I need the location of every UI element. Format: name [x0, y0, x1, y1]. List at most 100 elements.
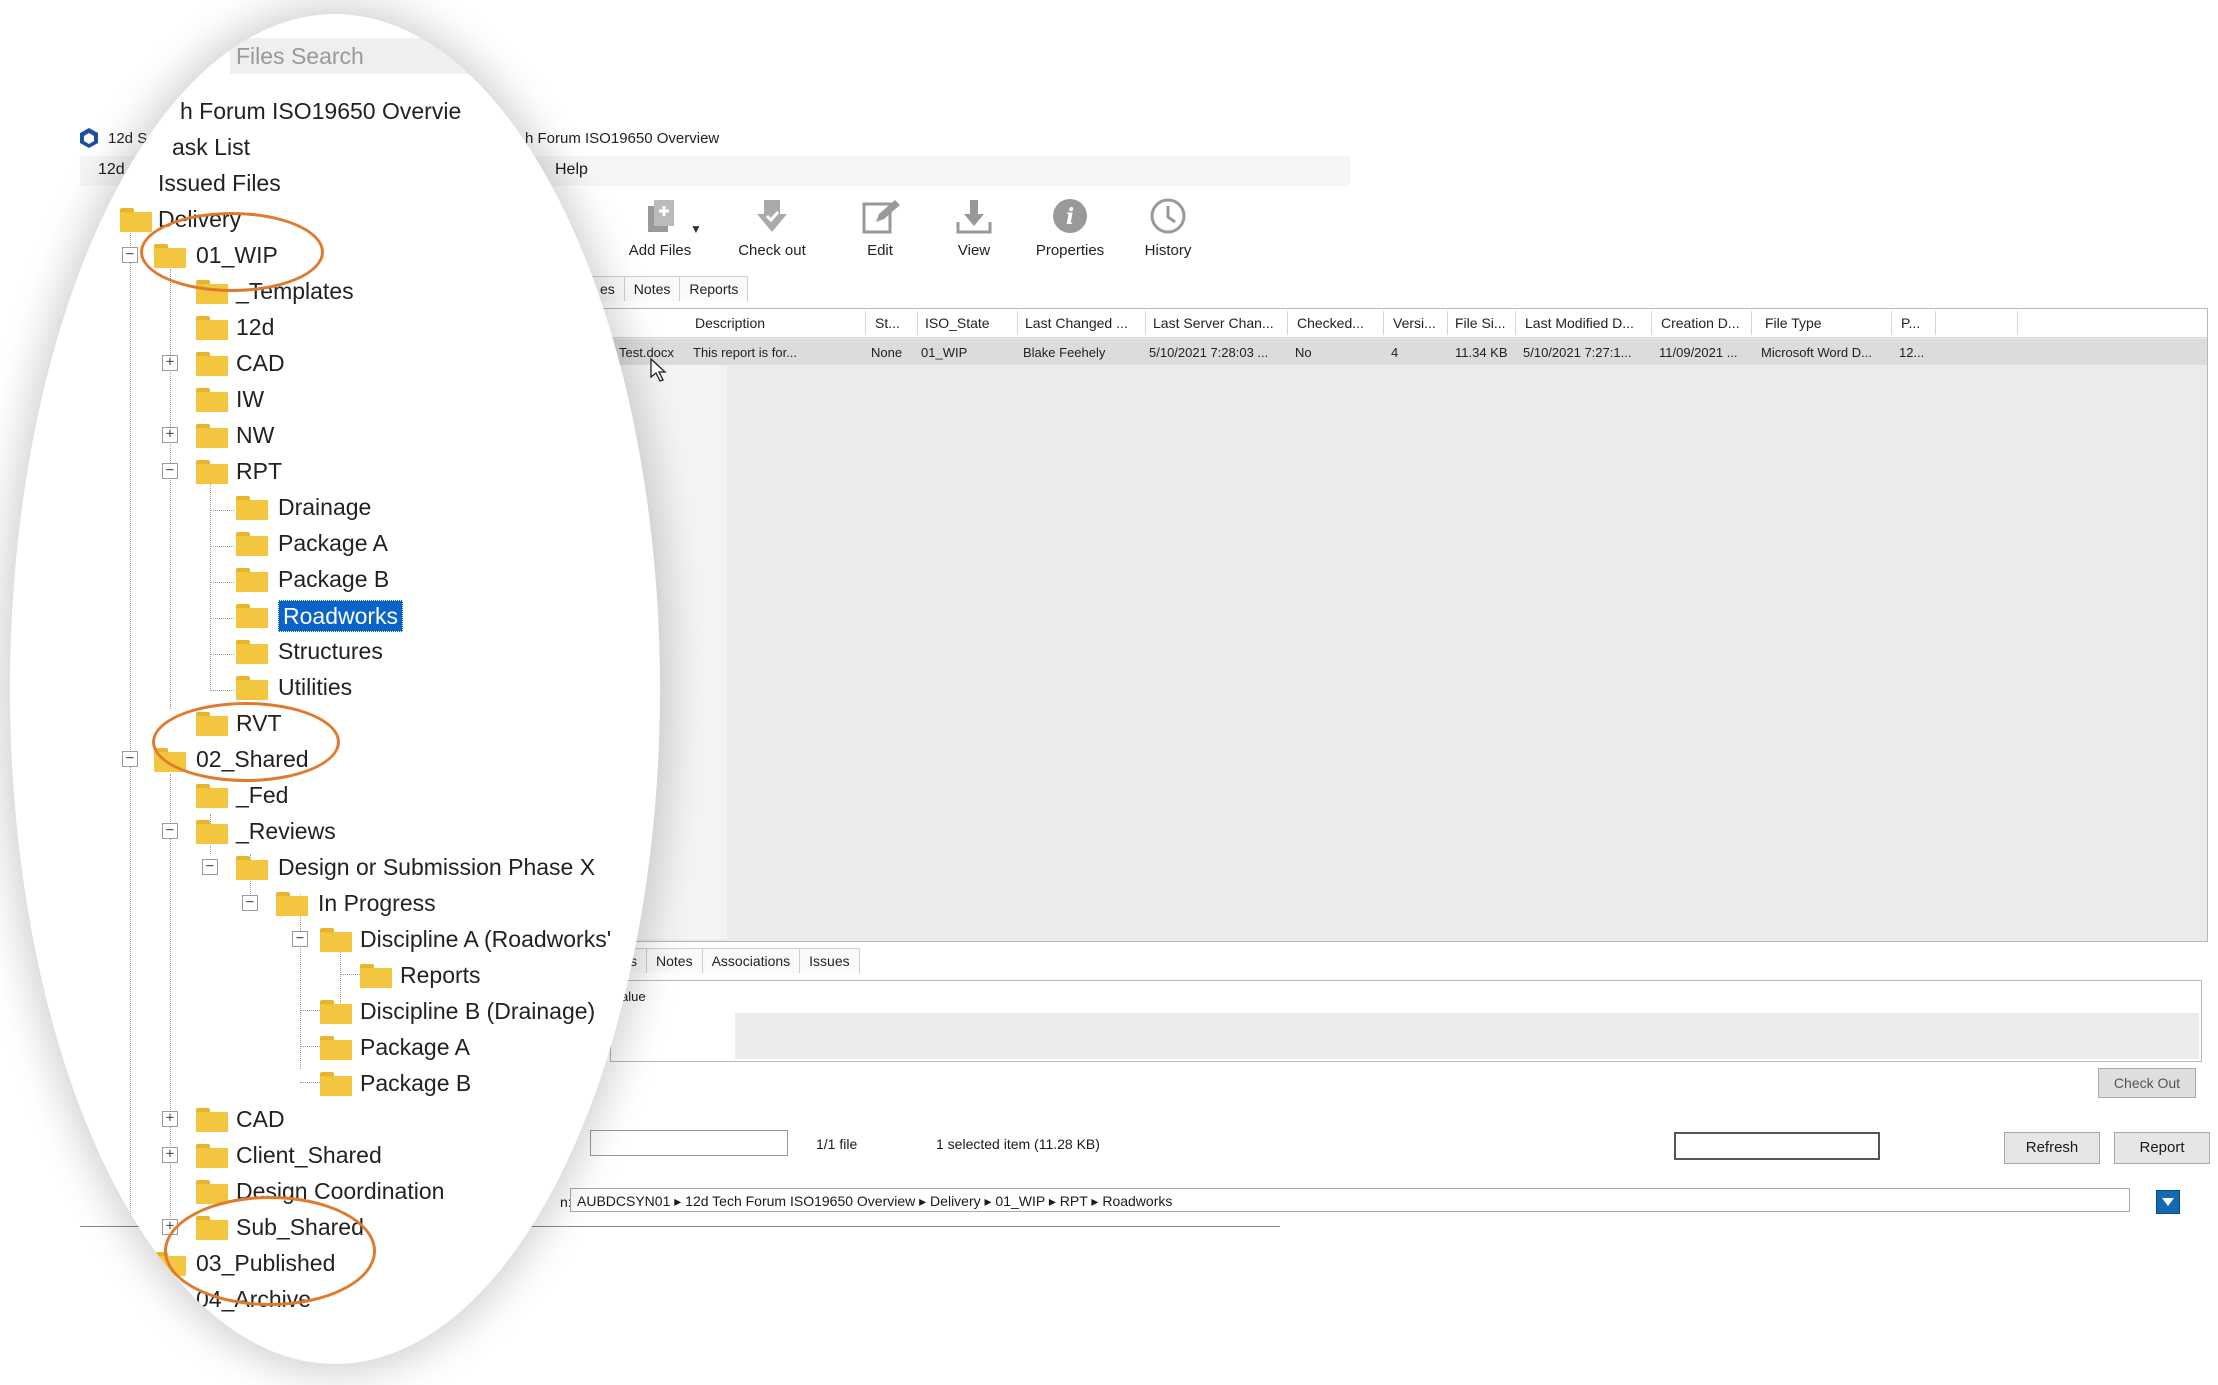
- tree-item-reports[interactable]: Reports: [400, 960, 481, 990]
- tree-item-reviews[interactable]: _Reviews: [236, 816, 336, 846]
- folder-icon: [196, 352, 228, 376]
- edit-label: Edit: [867, 242, 893, 259]
- location-path-field[interactable]: AUBDCSYN01 ▸ 12d Tech Forum ISO19650 Ove…: [570, 1188, 2130, 1212]
- tree-item-design-phase[interactable]: Design or Submission Phase X: [278, 852, 595, 882]
- cell-version: 4: [1391, 345, 1399, 360]
- column-header[interactable]: Creation D...: [1661, 315, 1745, 331]
- view-label: View: [957, 242, 991, 259]
- tree-item-iw[interactable]: IW: [236, 384, 264, 414]
- folder-icon: [320, 1072, 352, 1096]
- tree-item-package-a-review[interactable]: Package A: [360, 1032, 470, 1062]
- cell-checked: No: [1295, 345, 1312, 360]
- tree-item-in-progress[interactable]: In Progress: [318, 888, 436, 918]
- location-path: AUBDCSYN01 ▸ 12d Tech Forum ISO19650 Ove…: [577, 1193, 1173, 1209]
- tree-item-structures[interactable]: Structures: [278, 636, 383, 666]
- folder-icon: [196, 424, 228, 448]
- tab-reports[interactable]: Reports: [679, 276, 749, 301]
- column-header[interactable]: St...: [875, 315, 915, 331]
- folder-icon: [196, 1180, 228, 1204]
- add-files-button[interactable]: Add Files: [600, 196, 720, 259]
- collapse-icon[interactable]: −: [242, 895, 258, 911]
- column-header[interactable]: Description: [695, 315, 845, 331]
- column-header[interactable]: File Type: [1765, 315, 1885, 331]
- location-bar: n: AUBDCSYN01 ▸ 12d Tech Forum ISO19650 …: [560, 1186, 2210, 1216]
- tree-item-client-shared[interactable]: Client_Shared: [236, 1140, 382, 1170]
- add-files-dropdown-icon[interactable]: ▼: [690, 222, 702, 236]
- refresh-button[interactable]: Refresh: [2004, 1132, 2100, 1164]
- tree-item-issued-files[interactable]: Issued Files: [158, 168, 281, 198]
- tree-item-12d[interactable]: 12d: [236, 312, 274, 342]
- filter-input[interactable]: [590, 1130, 788, 1156]
- collapse-icon[interactable]: −: [162, 823, 178, 839]
- tab-issues[interactable]: Issues: [799, 948, 860, 973]
- column-header[interactable]: Checked...: [1297, 315, 1377, 331]
- history-button[interactable]: History: [1108, 196, 1228, 259]
- tree-item-task-list[interactable]: ask List: [172, 132, 250, 162]
- highlight-ring-01-wip: [140, 212, 324, 292]
- expand-icon[interactable]: +: [162, 1147, 178, 1163]
- menu-item-help[interactable]: Help: [555, 161, 588, 179]
- tree-item-fed[interactable]: _Fed: [236, 780, 288, 810]
- mouse-cursor-icon: [650, 357, 667, 382]
- location-dropdown-icon[interactable]: [2156, 1190, 2180, 1214]
- folder-icon: [320, 1036, 352, 1060]
- folder-icon: [196, 1108, 228, 1132]
- column-header[interactable]: P...: [1901, 315, 1931, 331]
- cell-last-modified: 5/10/2021 7:27:1...: [1523, 345, 1632, 360]
- add-files-label: Add Files: [628, 242, 692, 259]
- tree-item-drainage[interactable]: Drainage: [278, 492, 371, 522]
- download-icon: [956, 200, 992, 234]
- properties-label: Properties: [1035, 242, 1105, 259]
- folder-icon: [320, 1000, 352, 1024]
- column-header[interactable]: Last Server Chan...: [1153, 315, 1283, 331]
- tab-associations[interactable]: Associations: [701, 948, 801, 973]
- folder-icon: [236, 604, 268, 628]
- column-header[interactable]: Last Modified D...: [1525, 315, 1649, 331]
- expand-icon[interactable]: +: [162, 1111, 178, 1127]
- tab-notes-bottom[interactable]: Notes: [646, 948, 703, 973]
- grid-header: Description St... ISO_State Last Changed…: [591, 309, 2207, 338]
- tree-item-cad-shared[interactable]: CAD: [236, 1104, 285, 1134]
- report-button[interactable]: Report: [2114, 1132, 2210, 1164]
- tab-notes[interactable]: Notes: [623, 276, 681, 301]
- tree-item-discipline-b[interactable]: Discipline B (Drainage): [360, 996, 595, 1026]
- collapse-icon[interactable]: −: [292, 931, 308, 947]
- tree-item-package-a[interactable]: Package A: [278, 528, 388, 558]
- cell-file-type: Microsoft Word D...: [1761, 345, 1873, 360]
- expand-icon[interactable]: +: [162, 355, 178, 371]
- folder-icon: [236, 496, 268, 520]
- check-out-button[interactable]: Check out: [712, 196, 832, 259]
- cell-file-size: 11.34 KB: [1455, 345, 1508, 360]
- tree-item-utilities[interactable]: Utilities: [278, 672, 352, 702]
- tree-item-rpt[interactable]: RPT: [236, 456, 282, 486]
- collapse-icon[interactable]: −: [122, 247, 138, 263]
- tree-item-cad[interactable]: CAD: [236, 348, 285, 378]
- expand-icon[interactable]: +: [162, 427, 178, 443]
- column-header[interactable]: File Si...: [1455, 315, 1513, 331]
- highlight-ring-02-shared: [152, 702, 340, 782]
- column-header[interactable]: ISO_State: [925, 315, 1015, 331]
- tree-item-nw[interactable]: NW: [236, 420, 274, 450]
- tree-item-package-b-review[interactable]: Package B: [360, 1068, 471, 1098]
- collapse-icon[interactable]: −: [162, 463, 178, 479]
- collapse-icon[interactable]: −: [122, 751, 138, 767]
- selection-summary: 1 selected item (11.28 KB): [936, 1136, 1100, 1152]
- cell-description: This report is for...: [693, 345, 798, 360]
- add-files-icon: [648, 200, 674, 232]
- collapse-icon[interactable]: −: [202, 859, 218, 875]
- tree-item-discipline-a[interactable]: Discipline A (Roadworks': [360, 924, 611, 954]
- cell-last-changed: Blake Feehely: [1023, 345, 1106, 360]
- tree-item-package-b[interactable]: Package B: [278, 564, 389, 594]
- tree-item-project[interactable]: h Forum ISO19650 Overvie: [180, 96, 461, 126]
- app-logo-icon: [80, 128, 98, 148]
- tree-item-roadworks-selected[interactable]: Roadworks: [278, 600, 404, 632]
- folder-icon: [236, 532, 268, 556]
- properties-panel: alue: [610, 980, 2202, 1062]
- files-search-input[interactable]: Files Search: [230, 38, 476, 74]
- check-out-panel-button[interactable]: Check Out: [2098, 1068, 2196, 1098]
- table-row[interactable]: Test.docx This report is for... None 01_…: [591, 339, 2207, 365]
- column-header[interactable]: Versi...: [1393, 315, 1443, 331]
- folder-icon: [236, 640, 268, 664]
- column-header[interactable]: Last Changed ...: [1025, 315, 1143, 331]
- edit-icon: [862, 200, 900, 234]
